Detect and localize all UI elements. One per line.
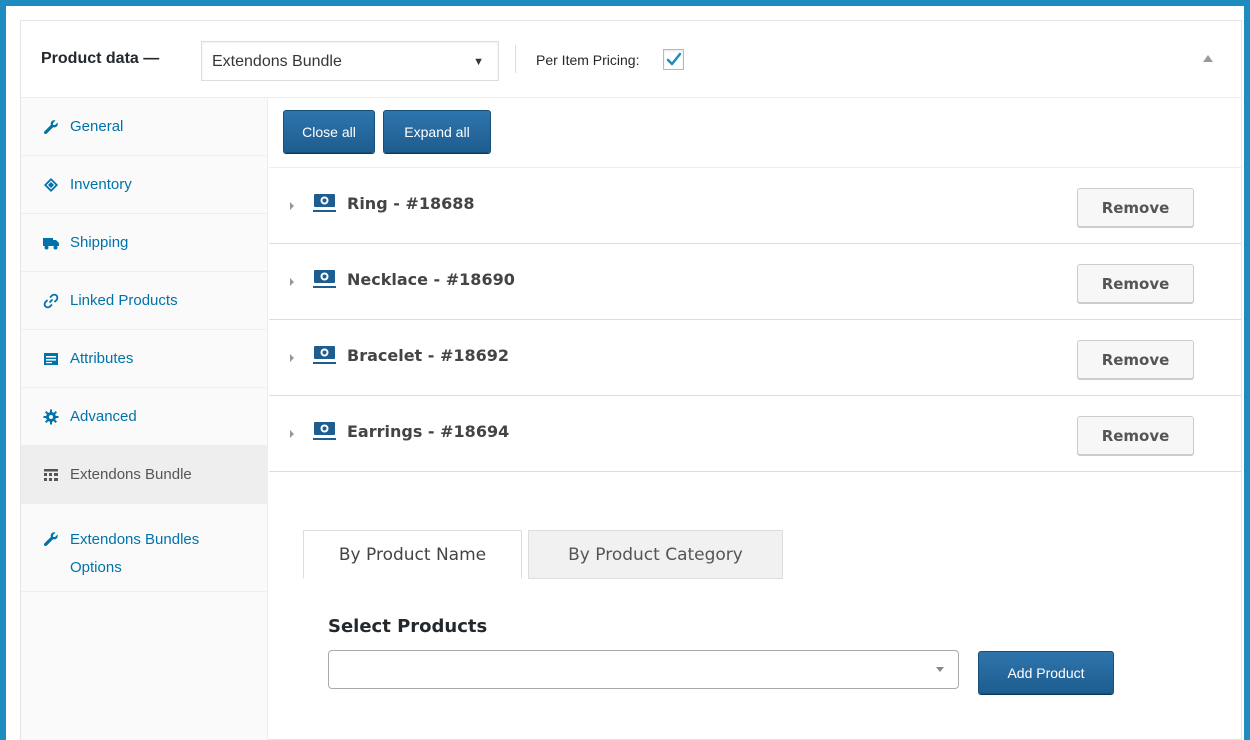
sidebar-item-label: Attributes <box>70 350 134 367</box>
metabox-header: Product data — Extendons Bundle ▼ Per It… <box>21 21 1241 98</box>
bundle-panel: Close all Expand all Ring - #18688 Remov… <box>269 98 1241 740</box>
sidebar-item-attributes[interactable]: Attributes <box>21 330 267 388</box>
list-icon <box>44 352 58 365</box>
chevron-down-icon <box>936 667 944 672</box>
product-type-select[interactable]: Extendons Bundle ▼ <box>201 41 499 81</box>
bundle-item-title[interactable]: Bracelet - #18692 <box>347 346 509 365</box>
remove-button[interactable]: Remove <box>1077 264 1194 303</box>
bundle-item-title[interactable]: Necklace - #18690 <box>347 270 515 289</box>
grid-icon <box>44 468 58 481</box>
collapse-toggle-icon[interactable] <box>1203 55 1213 62</box>
product-data-tabs: General Inventory Shipping Linked Produc… <box>21 98 268 740</box>
sidebar-item-label: Shipping <box>70 234 129 251</box>
expand-caret-icon[interactable] <box>290 202 294 210</box>
link-icon <box>43 293 59 308</box>
page-title: Product data — <box>41 50 160 67</box>
product-icon <box>313 346 336 364</box>
bundle-item-title[interactable]: Earrings - #18694 <box>347 422 509 441</box>
bundle-item-row: Ring - #18688 Remove <box>269 168 1241 244</box>
truck-icon <box>43 237 59 249</box>
product-icon <box>313 422 336 440</box>
header-divider <box>515 45 516 73</box>
tab-by-product-category[interactable]: By Product Category <box>528 530 783 579</box>
sidebar-item-extendons-bundles-options[interactable]: Extendons Bundles Options <box>21 504 267 592</box>
chevron-down-icon: ▼ <box>473 56 484 68</box>
per-item-pricing-checkbox[interactable] <box>663 49 684 70</box>
product-icon <box>313 194 336 212</box>
sidebar-item-label: Linked Products <box>70 292 178 309</box>
sidebar-item-label: General <box>70 118 124 135</box>
wrench-icon <box>43 119 58 134</box>
product-type-value: Extendons Bundle <box>212 53 342 70</box>
expand-caret-icon[interactable] <box>290 430 294 438</box>
sidebar-item-advanced[interactable]: Advanced <box>21 388 267 446</box>
tag-icon <box>44 177 58 192</box>
sidebar-item-inventory[interactable]: Inventory <box>21 156 267 214</box>
bundle-item-row: Necklace - #18690 Remove <box>269 244 1241 320</box>
sidebar-item-shipping[interactable]: Shipping <box>21 214 267 272</box>
close-all-button[interactable]: Close all <box>283 110 375 153</box>
bundle-item-title[interactable]: Ring - #18688 <box>347 194 475 213</box>
sidebar-item-label: Advanced <box>70 408 137 425</box>
add-product-button[interactable]: Add Product <box>978 651 1114 694</box>
expand-caret-icon[interactable] <box>290 278 294 286</box>
sidebar-item-label: Inventory <box>70 176 132 193</box>
checkmark-icon <box>666 52 682 66</box>
product-icon <box>313 270 336 288</box>
remove-button[interactable]: Remove <box>1077 340 1194 379</box>
bundle-item-row: Bracelet - #18692 Remove <box>269 320 1241 396</box>
remove-button[interactable]: Remove <box>1077 188 1194 227</box>
gear-icon <box>43 409 59 424</box>
sidebar-item-label: Extendons Bundle <box>70 466 192 483</box>
sidebar-item-extendons-bundle[interactable]: Extendons Bundle <box>21 446 267 504</box>
product-data-metabox: Product data — Extendons Bundle ▼ Per It… <box>20 20 1242 740</box>
bundle-item-row: Earrings - #18694 Remove <box>269 396 1241 472</box>
tab-by-product-name[interactable]: By Product Name <box>303 530 522 579</box>
expand-all-button[interactable]: Expand all <box>383 110 491 153</box>
expand-caret-icon[interactable] <box>290 354 294 362</box>
sidebar-item-linked-products[interactable]: Linked Products <box>21 272 267 330</box>
select-products-label: Select Products <box>328 616 488 637</box>
sidebar-item-label: Extendons Bundles Options <box>70 531 200 576</box>
per-item-pricing-label: Per Item Pricing: <box>536 52 640 68</box>
wrench-icon <box>43 532 58 547</box>
remove-button[interactable]: Remove <box>1077 416 1194 455</box>
sidebar-item-general[interactable]: General <box>21 98 267 156</box>
product-search-select[interactable] <box>328 650 959 689</box>
